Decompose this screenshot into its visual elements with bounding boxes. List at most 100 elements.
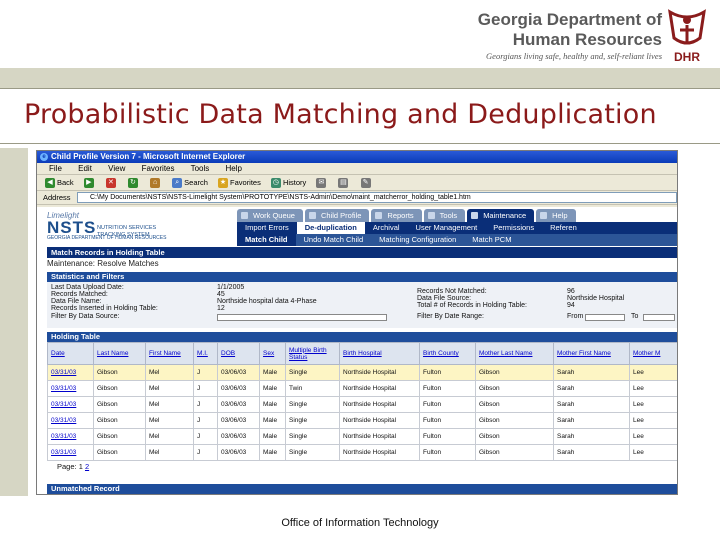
subnav-import-errors[interactable]: Import Errors: [237, 222, 297, 234]
tab-tools[interactable]: Tools: [423, 209, 466, 222]
window-title: Child Profile Version 7 - Microsoft Inte…: [51, 152, 246, 161]
table-cell: Gibson: [93, 412, 146, 429]
date-from-input[interactable]: [585, 314, 625, 321]
search-button[interactable]: ⌕ Search: [172, 175, 208, 191]
menu-help[interactable]: Help: [226, 164, 242, 173]
edit-button[interactable]: ✎: [360, 175, 373, 191]
subnav-de-duplication[interactable]: De-duplication: [296, 222, 365, 234]
tab-label: Child Profile: [320, 211, 362, 220]
table-cell: Male: [259, 444, 286, 461]
subnav-matching-configuration[interactable]: Matching Configuration: [371, 234, 464, 246]
table-row[interactable]: 03/31/03 Gibson Mel J 03/06/03 Male Single Nort…: [47, 412, 677, 429]
row-date-link[interactable]: 03/31/03: [47, 428, 94, 445]
history-button[interactable]: ◷ History: [270, 175, 306, 191]
table-cell: Single: [285, 428, 340, 445]
col-birth-county[interactable]: Birth County: [419, 342, 476, 365]
row-date-link[interactable]: 03/31/03: [47, 444, 94, 461]
col-mother-first-name[interactable]: Mother First Name: [553, 342, 630, 365]
slide-footer: Office of Information Technology: [0, 496, 720, 540]
row-date-link[interactable]: 03/31/03: [47, 380, 94, 397]
col-sex[interactable]: Sex: [259, 342, 286, 365]
tab-child-profile[interactable]: Child Profile: [304, 209, 370, 222]
table-row[interactable]: 03/31/03 Gibson Mel J 03/06/03 Male Twin Norths…: [47, 380, 677, 397]
subnav-reference[interactable]: Referen: [542, 222, 585, 234]
print-button[interactable]: ▤: [338, 175, 350, 191]
holding-table-body: 03/31/03 Gibson Mel J 03/06/03 Male Single Nort…: [47, 364, 677, 461]
table-cell: Lee: [629, 428, 677, 445]
subnav-undo-match-child[interactable]: Undo Match Child: [296, 234, 372, 246]
mail-button[interactable]: ✉: [316, 175, 328, 191]
subnav-archival[interactable]: Archival: [365, 222, 408, 234]
refresh-icon: ↻: [127, 178, 138, 189]
col-dob[interactable]: DOB: [217, 342, 260, 365]
col-mi[interactable]: M.I.: [193, 342, 218, 365]
tab-reports[interactable]: Reports: [371, 209, 422, 222]
home-button[interactable]: ⌂: [150, 175, 162, 191]
tab-maintenance[interactable]: Maintenance: [467, 209, 535, 222]
tab-work-queue[interactable]: Work Queue: [237, 209, 303, 222]
date-to-input[interactable]: [643, 314, 675, 321]
table-row[interactable]: 03/31/03 Gibson Mel J 03/06/03 Male Single Nort…: [47, 444, 677, 461]
col-mother-mi[interactable]: Mother M: [629, 342, 677, 365]
subnav-match-pcm[interactable]: Match PCM: [464, 234, 519, 246]
table-cell: Northside Hospital: [339, 396, 420, 413]
back-button[interactable]: ◀ Back: [45, 175, 74, 191]
forward-button[interactable]: ▶: [83, 175, 96, 191]
menu-edit[interactable]: Edit: [78, 164, 92, 173]
forward-arrow-icon: ▶: [83, 178, 94, 189]
col-last-name[interactable]: Last Name: [93, 342, 146, 365]
pager-next-link[interactable]: 2: [85, 462, 89, 471]
filter-source-select[interactable]: [217, 314, 387, 321]
table-cell: Northside Hospital: [339, 412, 420, 429]
edit-icon: ✎: [360, 178, 371, 189]
data-file-name-value: Northside hospital data 4-Phase: [217, 298, 317, 305]
table-cell: Sarah: [553, 444, 630, 461]
table-cell: Northside Hospital: [339, 364, 420, 381]
tab-help[interactable]: Help: [536, 209, 576, 222]
search-label: Search: [184, 178, 208, 187]
favorites-button[interactable]: ★ Favorites: [218, 175, 261, 191]
address-field[interactable]: C:\My Documents\NSTS\NSTS-Limelight Syst…: [77, 192, 677, 203]
section-title: Match Records in Holding Table: [47, 247, 677, 258]
table-cell: 03/06/03: [217, 428, 260, 445]
dhr-logo: DHR: [666, 8, 708, 64]
subnav-permissions[interactable]: Permissions: [485, 222, 542, 234]
row-date-link[interactable]: 03/31/03: [47, 412, 94, 429]
table-cell: Mel: [145, 396, 194, 413]
table-cell: Fulton: [419, 380, 476, 397]
col-first-name[interactable]: First Name: [145, 342, 194, 365]
refresh-button[interactable]: ↻: [127, 175, 140, 191]
menu-view[interactable]: View: [108, 164, 125, 173]
tab-label: Work Queue: [253, 211, 295, 220]
col-date[interactable]: Date: [47, 342, 94, 365]
table-cell: Fulton: [419, 412, 476, 429]
address-bar: Address C:\My Documents\NSTS\NSTS-Limeli…: [37, 191, 677, 205]
table-cell: Lee: [629, 444, 677, 461]
col-multiple-birth-status[interactable]: Multiple Birth Status: [285, 342, 340, 365]
table-row[interactable]: 03/31/03 Gibson Mel J 03/06/03 Male Single Nort…: [47, 428, 677, 445]
favorites-label: Favorites: [230, 178, 261, 187]
subnav-match-child[interactable]: Match Child: [237, 234, 296, 246]
stop-button[interactable]: ✕: [105, 175, 118, 191]
table-row[interactable]: 03/31/03 Gibson Mel J 03/06/03 Male Single Nort…: [47, 396, 677, 413]
main-tabs: Work Queue Child Profile Reports Tools M…: [237, 209, 578, 222]
maintenance-subnav: Import Errors De-duplication Archival Us…: [237, 222, 677, 234]
menu-favorites[interactable]: Favorites: [142, 164, 175, 173]
table-cell: Male: [259, 380, 286, 397]
logo-sub2: TRACKING SYSTEM: [97, 232, 150, 238]
row-date-link[interactable]: 03/31/03: [47, 364, 94, 381]
subnav-user-management[interactable]: User Management: [408, 222, 486, 234]
menu-bar: File Edit View Favorites Tools Help: [37, 163, 677, 175]
col-mother-last-name[interactable]: Mother Last Name: [475, 342, 554, 365]
menu-file[interactable]: File: [49, 164, 62, 173]
table-cell: Fulton: [419, 364, 476, 381]
unmatched-record-heading: Unmatched Record: [47, 484, 677, 494]
table-cell: J: [193, 396, 218, 413]
pager-label: Page:: [57, 462, 77, 471]
col-birth-hospital[interactable]: Birth Hospital: [339, 342, 420, 365]
menu-tools[interactable]: Tools: [191, 164, 210, 173]
table-row[interactable]: 03/31/03 Gibson Mel J 03/06/03 Male Single Nort…: [47, 364, 677, 381]
help-icon: [540, 212, 548, 219]
row-date-link[interactable]: 03/31/03: [47, 396, 94, 413]
dhr-logo-text: DHR: [674, 50, 700, 64]
